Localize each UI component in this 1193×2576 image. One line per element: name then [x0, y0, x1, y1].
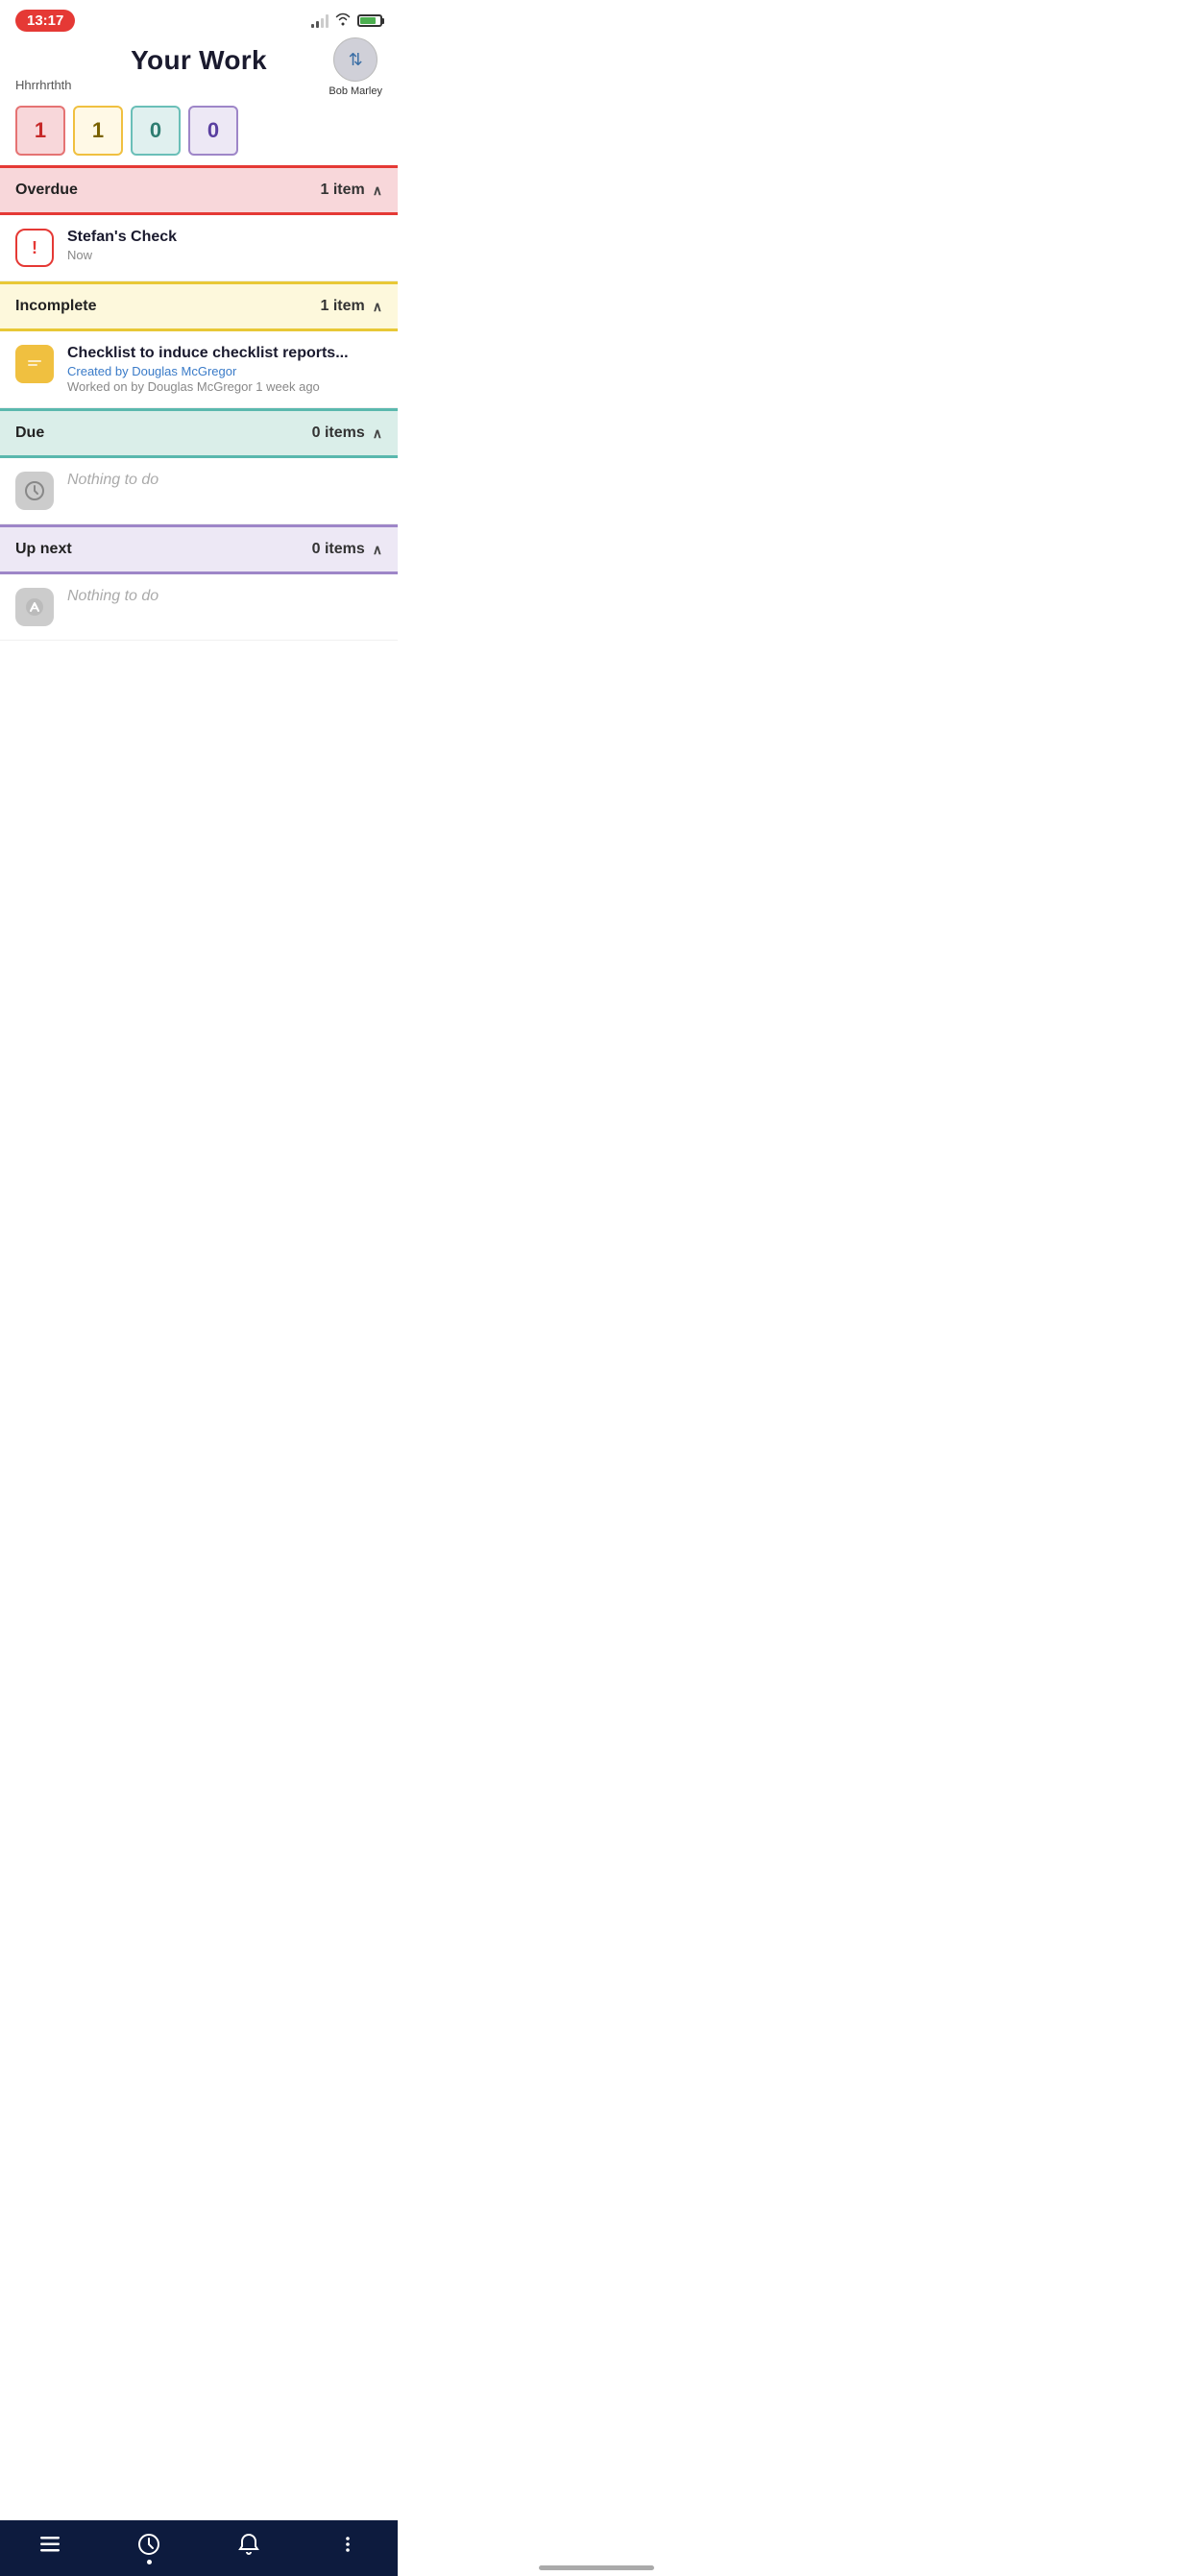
incomplete-item-0[interactable]: Checklist to induce checklist reports...… — [0, 331, 398, 408]
incomplete-item-content: Checklist to induce checklist reports...… — [67, 345, 382, 394]
avatar-icon: ⇅ — [349, 50, 363, 70]
nav-bell[interactable] — [236, 2532, 261, 2557]
workspace-name: Hhrrhrthth — [15, 78, 72, 92]
counter-upnext[interactable]: 0 — [188, 106, 238, 156]
page-title: Your Work — [131, 45, 267, 76]
section-title-incomplete: Incomplete — [15, 298, 96, 315]
section-meta-overdue: 1 item ∧ — [321, 182, 383, 199]
chevron-up-icon-incomplete: ∧ — [373, 299, 382, 315]
status-time: 13:17 — [15, 10, 75, 32]
overdue-item-title: Stefan's Check — [67, 229, 177, 245]
due-nothing-label: Nothing to do — [67, 472, 158, 489]
wifi-icon — [334, 12, 352, 29]
overdue-item-content: Stefan's Check Now — [67, 229, 382, 262]
section-meta-due: 0 items ∧ — [312, 425, 382, 442]
section-header-incomplete[interactable]: Incomplete 1 item ∧ — [0, 281, 398, 331]
battery-icon — [357, 14, 382, 27]
chevron-up-icon-upnext: ∧ — [373, 542, 382, 558]
nav-more[interactable] — [335, 2532, 360, 2557]
content-area: Overdue 1 item ∧ ! Stefan's Check Now In… — [0, 165, 398, 737]
bottom-nav — [0, 2520, 398, 2576]
counter-badges: 1 1 0 0 — [0, 92, 398, 165]
chevron-up-icon-overdue: ∧ — [373, 182, 382, 199]
status-icons — [311, 12, 382, 29]
counter-incomplete[interactable]: 1 — [73, 106, 123, 156]
section-title-upnext: Up next — [15, 541, 72, 558]
nav-active-dot — [147, 2560, 152, 2564]
due-clock-icon — [15, 472, 54, 510]
overdue-item-0[interactable]: ! Stefan's Check Now — [0, 215, 398, 281]
incomplete-item-worked: Worked on by Douglas McGregor 1 week ago — [67, 379, 382, 394]
section-title-due: Due — [15, 425, 44, 442]
section-header-due[interactable]: Due 0 items ∧ — [0, 408, 398, 458]
user-avatar[interactable]: ⇅ Bob Marley — [329, 37, 382, 97]
nav-clock[interactable] — [136, 2532, 161, 2557]
section-title-overdue: Overdue — [15, 182, 78, 199]
due-empty-item: Nothing to do — [0, 458, 398, 524]
section-header-upnext[interactable]: Up next 0 items ∧ — [0, 524, 398, 574]
nav-list[interactable] — [37, 2532, 62, 2557]
counter-due[interactable]: 0 — [131, 106, 181, 156]
exclamation-icon: ! — [32, 238, 37, 258]
checklist-item-icon — [15, 345, 54, 383]
upnext-nothing-label: Nothing to do — [67, 588, 158, 605]
status-bar: 13:17 — [0, 0, 398, 37]
user-name: Bob Marley — [329, 85, 382, 97]
counter-overdue[interactable]: 1 — [15, 106, 65, 156]
avatar-circle: ⇅ — [333, 37, 377, 82]
upnext-priority-icon — [15, 588, 54, 626]
section-header-overdue[interactable]: Overdue 1 item ∧ — [0, 165, 398, 215]
overdue-item-timestamp: Now — [67, 248, 382, 262]
section-meta-upnext: 0 items ∧ — [312, 541, 382, 558]
home-indicator — [539, 2565, 654, 2570]
chevron-up-icon-due: ∧ — [373, 425, 382, 442]
upnext-empty-item: Nothing to do — [0, 574, 398, 641]
section-meta-incomplete: 1 item ∧ — [321, 298, 383, 315]
overdue-item-icon: ! — [15, 229, 54, 267]
signal-icon — [311, 14, 329, 28]
incomplete-item-creator: Created by Douglas McGregor — [67, 364, 382, 378]
incomplete-item-title: Checklist to induce checklist reports... — [67, 345, 349, 361]
page-header: Your Work Hhrrhrthth ⇅ Bob Marley — [0, 37, 398, 92]
